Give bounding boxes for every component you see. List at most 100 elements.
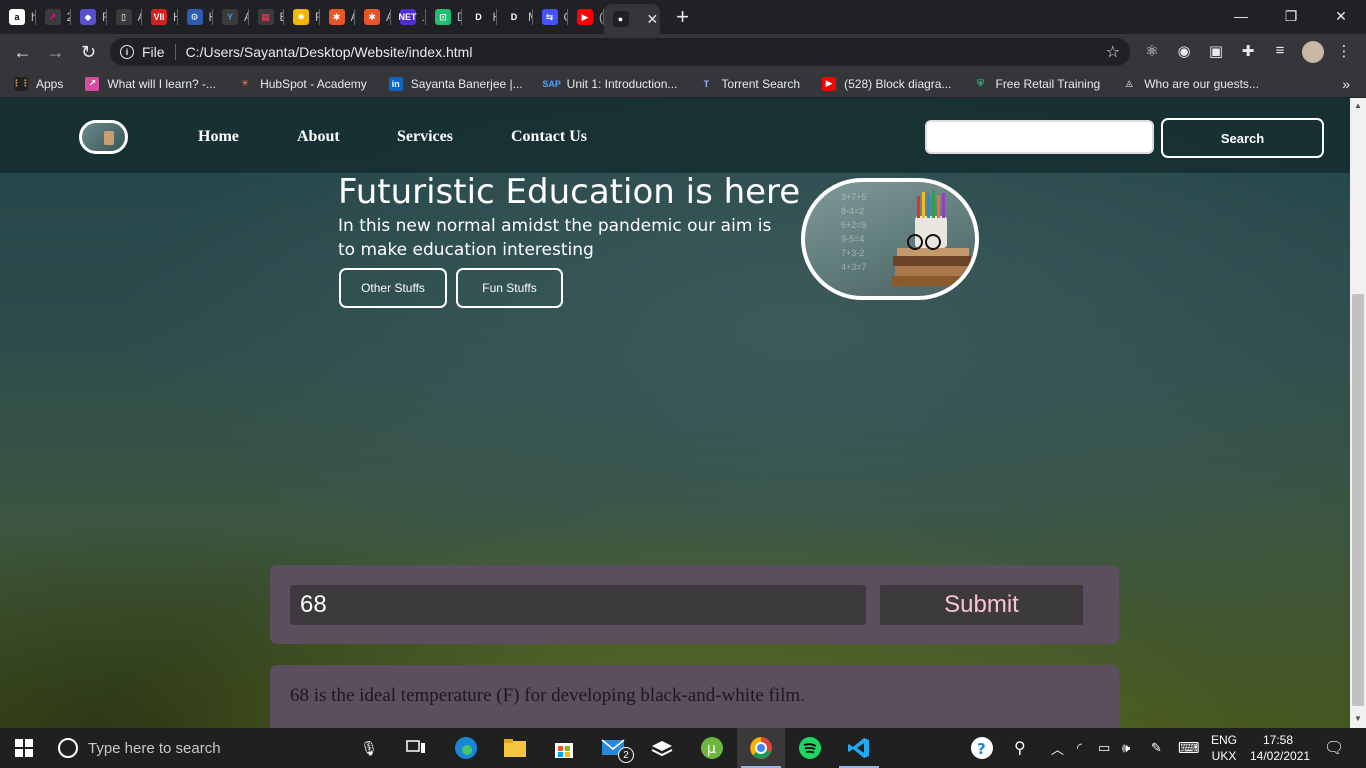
browser-tab[interactable]: ⊡Disc xyxy=(426,0,462,34)
scroll-down-arrow-icon[interactable]: ▼ xyxy=(1354,714,1362,723)
bookmark-item[interactable]: T Torrent Search xyxy=(699,76,800,91)
fun-stuffs-button[interactable]: Fun Stuffs xyxy=(456,268,563,308)
tab-close-icon[interactable]: ✕ xyxy=(647,11,659,28)
reload-icon[interactable]: ↻ xyxy=(72,42,105,63)
browser-tab[interactable]: ahttp xyxy=(0,0,36,34)
minimize-button[interactable]: — xyxy=(1216,0,1266,32)
start-button[interactable] xyxy=(0,728,48,768)
cortana-icon xyxy=(58,738,78,758)
extensions-puzzle-icon[interactable]: ✚ xyxy=(1238,42,1258,60)
forward-icon[interactable]: → xyxy=(39,42,72,63)
bookmark-item[interactable]: ↗ What will I learn? -... xyxy=(85,76,217,91)
battery-icon[interactable]: ▭ xyxy=(1098,728,1110,768)
tab-active[interactable]: ● ✕ xyxy=(603,4,660,34)
browser-tab[interactable]: ▶ (33 xyxy=(568,0,604,34)
browser-tab[interactable]: ⇆Gat xyxy=(533,0,568,34)
notifications-icon[interactable]: 🗨 xyxy=(1324,728,1344,768)
bookmark-label: (528) Block diagra... xyxy=(844,76,952,91)
keyboard-icon[interactable]: ⌨ xyxy=(1178,728,1200,768)
extension-circle-icon[interactable]: ◉ xyxy=(1174,42,1194,60)
tab-favicon-icon: D xyxy=(470,9,487,25)
page-scrollbar[interactable]: ▲ ▼ xyxy=(1350,98,1366,728)
bookmark-item[interactable]: ◬ Who are our guests... xyxy=(1122,76,1259,91)
address-url[interactable]: C:/Users/Sayanta/Desktop/Website/index.h… xyxy=(186,44,473,60)
browser-tab[interactable]: ▯App xyxy=(107,0,142,34)
svg-text:µ: µ xyxy=(707,741,716,757)
scroll-up-arrow-icon[interactable]: ▲ xyxy=(1354,101,1362,110)
show-hidden-icons-icon[interactable]: ︿ xyxy=(1051,728,1064,768)
nav-services[interactable]: Services xyxy=(397,128,453,146)
address-bar[interactable]: i File C:/Users/Sayanta/Desktop/Website/… xyxy=(110,38,1130,66)
bookmark-item[interactable]: ✳ HubSpot - Academy xyxy=(238,76,367,91)
browser-tab[interactable]: NET.NE xyxy=(391,0,426,34)
bookmark-label: What will I learn? -... xyxy=(107,76,217,91)
bookmarks-bar: ⋮⋮ Apps ↗ What will I learn? -... ✳ HubSpot -… xyxy=(0,70,1366,98)
browser-tab[interactable]: ◆FAC xyxy=(71,0,107,34)
browser-tab[interactable]: ↗202 xyxy=(36,0,71,34)
chrome-menu-icon[interactable]: ⋮ xyxy=(1334,42,1354,60)
back-icon[interactable]: ← xyxy=(6,42,39,63)
browser-tab[interactable]: ✹Fort xyxy=(284,0,320,34)
chrome-taskbar-icon[interactable] xyxy=(737,728,785,768)
nav-contact-us[interactable]: Contact Us xyxy=(511,128,587,146)
bookmark-item[interactable]: ⛨ Free Retail Training xyxy=(973,76,1100,91)
books-app-icon[interactable] xyxy=(638,728,686,768)
bookmark-item[interactable]: SAP Unit 1: Introduction... xyxy=(542,76,677,91)
browser-tab[interactable]: DHig xyxy=(462,0,497,34)
pen-icon[interactable]: ✎ xyxy=(1151,728,1162,768)
utorrent-icon[interactable]: µ xyxy=(688,728,736,768)
vscode-icon[interactable] xyxy=(835,728,883,768)
profile-avatar[interactable] xyxy=(1302,41,1324,63)
bookmark-apps[interactable]: ⋮⋮ Apps xyxy=(12,76,63,91)
svg-text:6+2=9: 6+2=9 xyxy=(841,220,867,230)
browser-tab[interactable]: ✱Aut xyxy=(355,0,391,34)
bookmark-star-icon[interactable]: ☆ xyxy=(1106,42,1120,62)
close-window-button[interactable]: ✕ xyxy=(1316,0,1366,32)
nav-about[interactable]: About xyxy=(297,128,340,146)
media-control-icon[interactable]: ≡ xyxy=(1270,42,1290,59)
scrollbar-thumb[interactable] xyxy=(1352,294,1364,706)
bookmark-item[interactable]: ▶ (528) Block diagra... xyxy=(822,76,952,91)
fact-result-card: 68 is the ideal temperature (F) for deve… xyxy=(270,665,1119,728)
nav-home[interactable]: Home xyxy=(198,128,239,146)
people-icon[interactable]: ⚲ xyxy=(1014,728,1026,768)
number-input[interactable]: 68 xyxy=(290,585,866,625)
other-stuffs-button[interactable]: Other Stuffs xyxy=(339,268,447,308)
tab-title: (33 xyxy=(599,10,604,24)
submit-button[interactable]: Submit xyxy=(880,585,1083,625)
wifi-icon[interactable]: ◜ xyxy=(1077,728,1082,768)
tab-favicon-icon: a xyxy=(9,9,25,25)
browser-tab[interactable]: DMai xyxy=(497,0,533,34)
taskbar-search-box[interactable]: Type here to search 🎙 xyxy=(48,728,392,768)
browser-tab[interactable]: ✱Aut xyxy=(320,0,355,34)
browser-tab[interactable]: ▦Exe xyxy=(249,0,284,34)
browser-tab[interactable]: YAPI xyxy=(213,0,249,34)
language-indicator[interactable]: ENG UKX xyxy=(1206,732,1242,764)
spotify-icon[interactable] xyxy=(786,728,834,768)
system-clock[interactable]: 17:58 14/02/2021 xyxy=(1250,732,1310,764)
site-search-input[interactable] xyxy=(925,120,1154,154)
store-icon[interactable] xyxy=(540,728,588,768)
bookmarks-overflow-icon[interactable]: » xyxy=(1342,76,1350,92)
browser-tab[interactable]: ⚙Hoc xyxy=(178,0,213,34)
site-search-button[interactable]: Search xyxy=(1161,118,1324,158)
microphone-icon[interactable]: 🎙 xyxy=(360,740,378,757)
site-logo[interactable] xyxy=(79,120,128,154)
file-explorer-icon[interactable] xyxy=(491,728,539,768)
new-tab-button[interactable]: + xyxy=(668,4,698,30)
hero-image: 3+7+5 8-4=2 6+2=9 9-5=4 7+3-2 4+3=7 xyxy=(801,178,979,300)
tab-favicon-icon: Y xyxy=(222,9,238,25)
mail-icon[interactable]: 2 xyxy=(590,728,638,768)
task-view-icon[interactable] xyxy=(392,728,440,768)
windows-taskbar: Type here to search 🎙 2 µ ? ⚲ ︿ ◜ ▭ 🕪 ✎ … xyxy=(0,728,1366,768)
restore-button[interactable]: ❐ xyxy=(1266,0,1316,32)
edge-icon[interactable] xyxy=(442,728,490,768)
site-info-icon[interactable]: i xyxy=(120,45,134,59)
browser-tab[interactable]: VIIHTE xyxy=(142,0,178,34)
react-devtools-icon[interactable]: ⚛ xyxy=(1142,42,1162,60)
volume-icon[interactable]: 🕪 xyxy=(1122,728,1130,768)
bookmark-item[interactable]: in Sayanta Banerjee |... xyxy=(388,76,523,91)
tab-favicon-icon: NET xyxy=(399,9,417,25)
extension-image-icon[interactable]: ▣ xyxy=(1206,42,1226,60)
help-icon[interactable]: ? xyxy=(970,728,994,768)
